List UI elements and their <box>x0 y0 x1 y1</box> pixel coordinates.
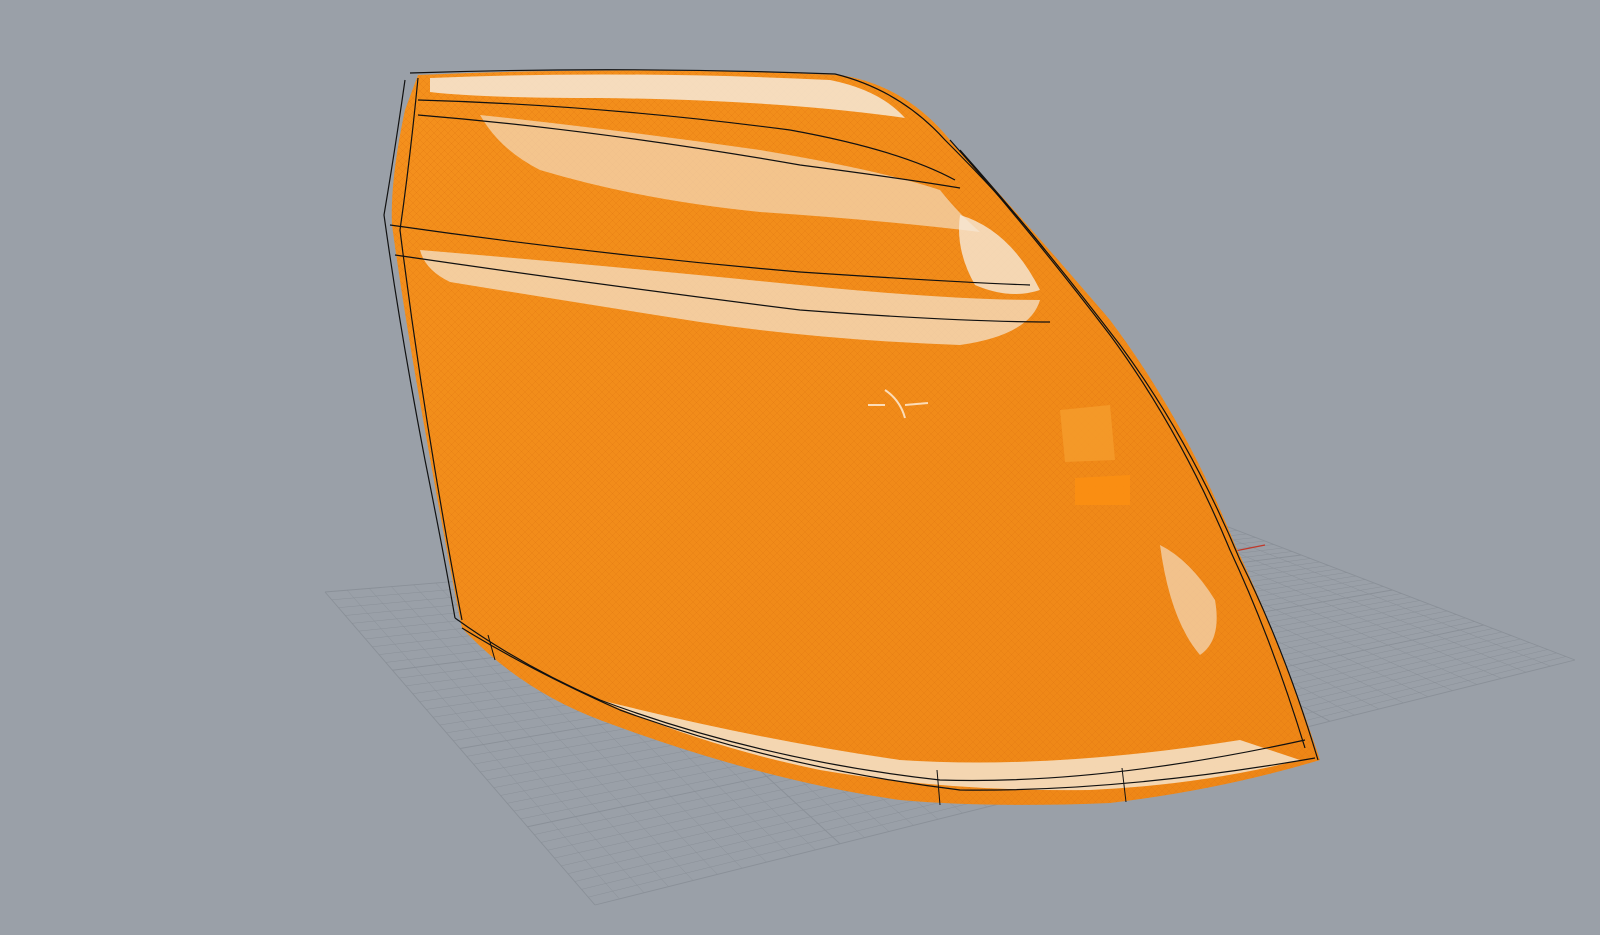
3d-viewport[interactable] <box>0 0 1600 935</box>
viewport-canvas[interactable] <box>0 0 1600 935</box>
